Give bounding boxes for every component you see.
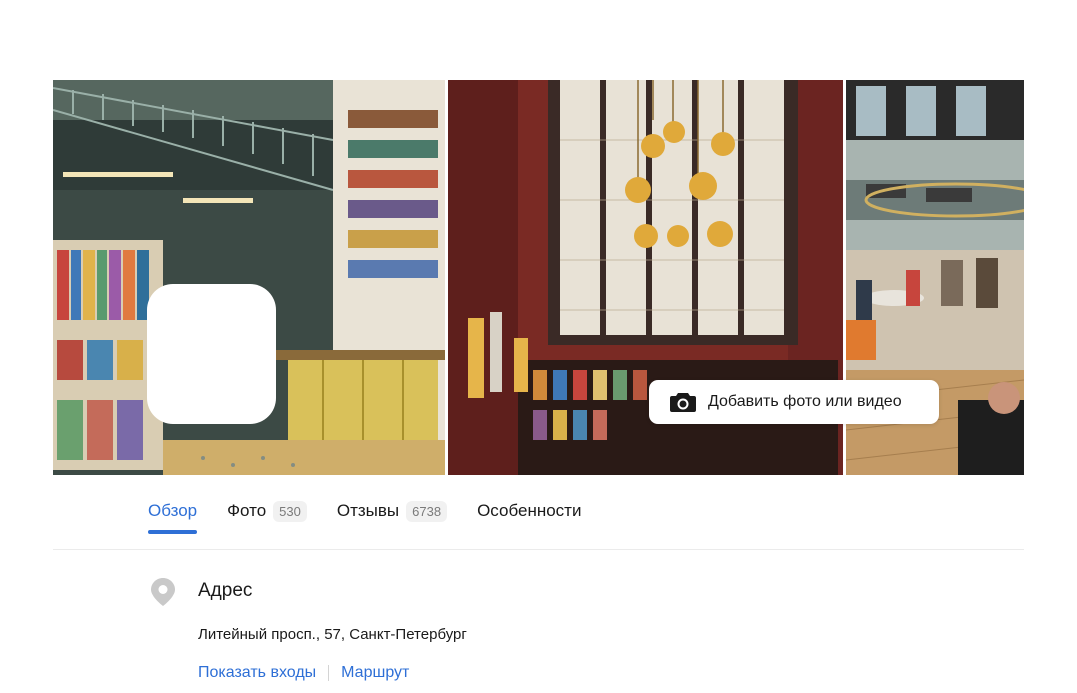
tab-photos-label: Фото [227,501,267,520]
tab-reviews-label: Отзывы [336,501,400,520]
link-separator [328,665,330,681]
tab-active-underline [148,530,198,534]
show-entrances-link[interactable]: Показать входы [198,664,316,682]
tab-overview-label: Обзор [148,501,198,520]
tab-overview[interactable]: Обзор [148,497,198,534]
address-text: Литейный просп., 57, Санкт-Петербург [198,626,467,643]
camera-icon [670,393,696,412]
address-heading: Адрес [198,580,253,601]
avatar-placeholder [147,284,276,424]
tab-bar: Обзор Фото 530 Отзывы 6738 Особенности [148,497,611,537]
tab-reviews[interactable]: Отзывы 6738 [336,497,448,525]
route-link[interactable]: Маршрут [341,664,409,682]
address-links: Показать входы Маршрут [198,664,409,682]
tab-features-label: Особенности [477,501,582,520]
divider [53,549,1024,550]
location-pin-icon [151,578,175,606]
tab-features[interactable]: Особенности [477,497,581,525]
add-photo-video-label: Добавить фото или видео [708,393,902,410]
add-photo-video-button[interactable]: Добавить фото или видео [649,380,939,424]
tab-photos-count: 530 [273,500,307,522]
tab-reviews-count: 6738 [406,500,448,522]
tab-photos[interactable]: Фото 530 [227,497,307,525]
